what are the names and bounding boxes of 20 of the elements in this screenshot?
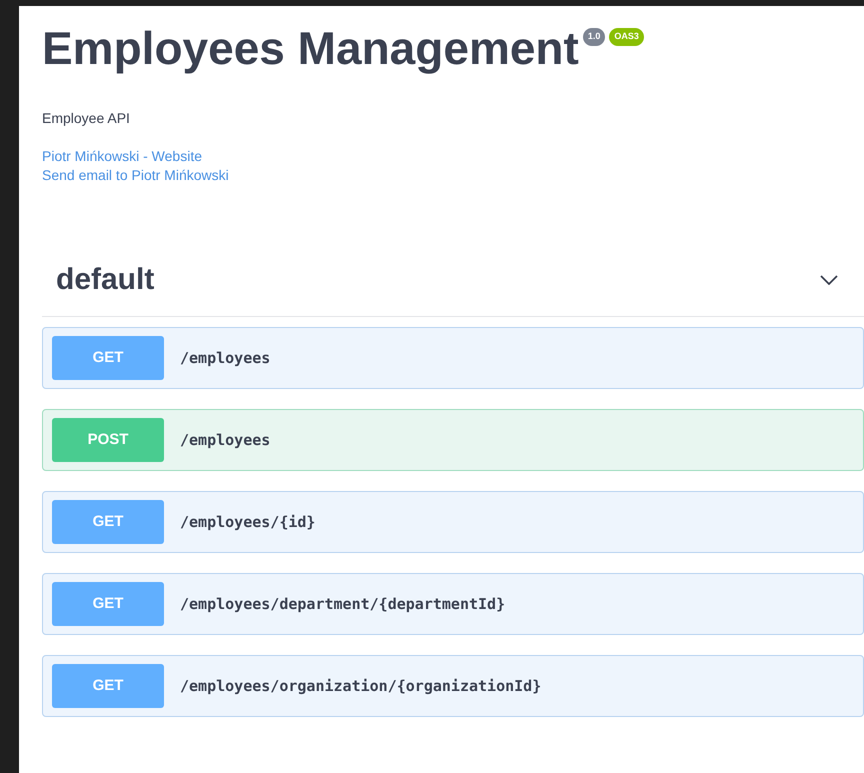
endpoint-path: /employees/organization/{organizationId} [180,676,542,697]
operation-row[interactable]: GET /employees [42,327,864,389]
spec-badge: OAS3 [609,28,644,46]
chevron-down-icon[interactable] [820,274,838,284]
method-badge: GET [52,664,164,708]
version-badge: 1.0 [582,28,606,46]
operation-row[interactable]: GET /employees/{id} [42,491,864,553]
method-badge: GET [52,582,164,626]
endpoint-path: /employees/department/{departmentId} [180,594,506,615]
method-badge: GET [52,500,164,544]
endpoint-path: /employees [180,348,270,369]
operation-row[interactable]: GET /employees/organization/{organizationId} [42,655,864,717]
api-title: Employees Management [42,21,579,76]
endpoint-path: /employees/{id} [180,512,316,533]
endpoint-path: /employees [180,430,270,451]
api-description: Employee API [42,109,131,128]
operation-row[interactable]: GET /employees/department/{departmentId} [42,573,864,635]
method-badge: POST [52,418,164,462]
section-title[interactable]: default [56,257,154,302]
method-badge: GET [52,336,164,380]
